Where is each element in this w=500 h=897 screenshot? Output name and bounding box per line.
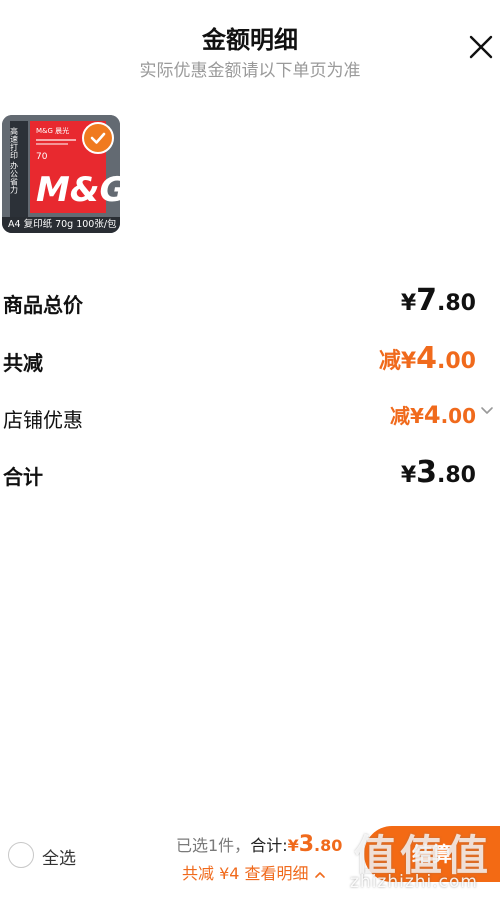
view-detail-link[interactable]: 共减 ¥4 查看明细: [182, 860, 326, 884]
checkout-button[interactable]: 结算: [364, 826, 500, 882]
bottom-bar: 全选 已选1件，合计:¥3.80 共减 ¥4 查看明细 结算: [0, 820, 500, 897]
row-store-discount[interactable]: 店铺优惠 减¥4.00: [0, 396, 500, 436]
close-icon[interactable]: [468, 34, 494, 60]
svg-text:M&G: M&G: [36, 170, 120, 210]
select-all-radio[interactable]: [8, 842, 34, 868]
row-sum: 合计 ¥3.80: [0, 453, 500, 493]
header: 金额明细 实际优惠金额请以下单页为准: [0, 0, 500, 90]
chevron-down-icon[interactable]: [480, 404, 494, 418]
total-reduce-amount: 减¥4.00: [378, 341, 476, 376]
store-discount-label: 店铺优惠: [3, 408, 83, 432]
selected-count: 已选1件，: [176, 836, 251, 855]
total-reduce-label: 共减: [3, 351, 43, 375]
page-subtitle: 实际优惠金额请以下单页为准: [139, 61, 361, 81]
selection-summary: 已选1件，合计:¥3.80: [176, 832, 342, 857]
row-total-price: 商品总价 ¥7.80: [0, 281, 500, 321]
bottom-sum-label: 合计:: [250, 836, 288, 855]
selected-check-icon[interactable]: [82, 122, 114, 154]
product-weight: 70: [36, 152, 48, 162]
product-caption: A4 复印纸 70g 100张/包: [2, 217, 120, 233]
select-all-label[interactable]: 全选: [42, 844, 76, 869]
sum-amount: ¥3.80: [400, 455, 476, 490]
page-title: 金额明细: [202, 26, 298, 54]
bottom-sum-amount: ¥3.80: [287, 832, 343, 857]
sum-label: 合计: [3, 465, 43, 489]
product-side-text: 高速打印 办公省力: [10, 126, 19, 195]
total-price-label: 商品总价: [3, 293, 83, 317]
store-discount-amount: 减¥4.00: [389, 401, 476, 429]
row-total-reduce: 共减 减¥4.00: [0, 339, 500, 379]
total-price-amount: ¥7.80: [400, 283, 476, 318]
chevron-up-icon: [314, 871, 325, 878]
product-brand-small: M&G 晨光: [36, 126, 69, 135]
